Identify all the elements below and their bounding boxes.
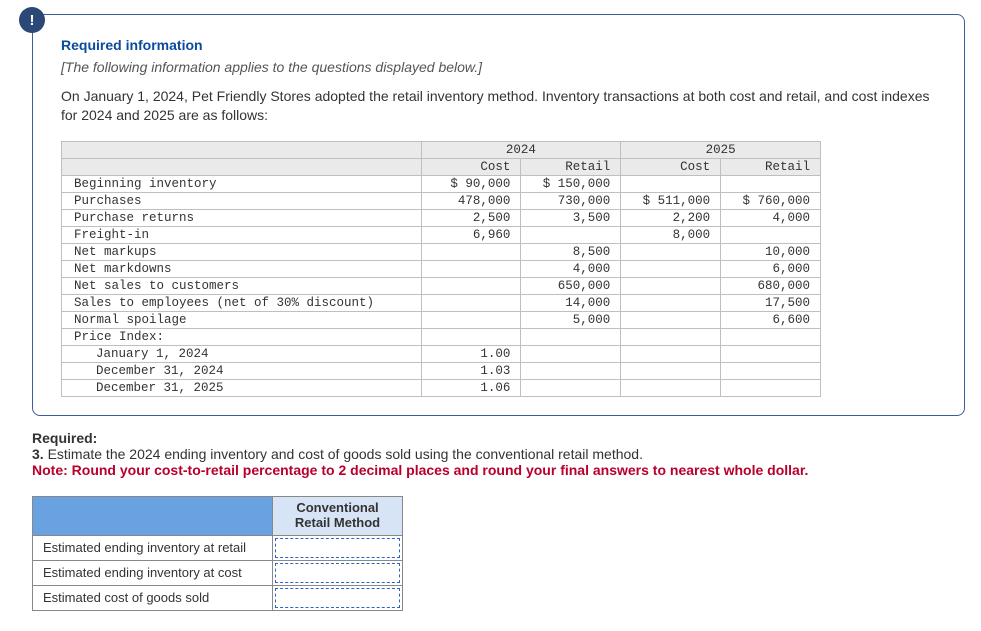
year-2024-header: 2024 [421, 141, 621, 158]
answer-row-label: Estimated ending inventory at cost [33, 560, 273, 585]
col-cost-2024: Cost [421, 158, 521, 175]
table-row: Freight-in6,9608,000 [62, 226, 821, 243]
table-row: Purchase returns2,5003,5002,2004,000 [62, 209, 821, 226]
table-row: Net markups8,50010,000 [62, 243, 821, 260]
table-row: Normal spoilage5,0006,600 [62, 311, 821, 328]
applies-note: [The following information applies to th… [61, 59, 936, 75]
table-row: January 1, 20241.00 [62, 345, 821, 362]
required-info-heading: Required information [61, 37, 936, 53]
table-row: Purchases478,000730,000$ 511,000$ 760,00… [62, 192, 821, 209]
col-cost-2025: Cost [621, 158, 721, 175]
table-row: December 31, 20251.06 [62, 379, 821, 396]
required-label: Required: [32, 430, 97, 446]
inventory-data-table: 2024 2025 Cost Retail Cost Retail Beginn… [61, 141, 821, 397]
required-item-number: 3. [32, 446, 44, 462]
info-panel: ! Required information [The following in… [32, 14, 965, 416]
intro-text: On January 1, 2024, Pet Friendly Stores … [61, 87, 936, 125]
answer-corner-cell [33, 496, 273, 535]
table-row: Price Index: [62, 328, 821, 345]
answer-row-label: Estimated cost of goods sold [33, 585, 273, 610]
ending-inventory-cost-input[interactable] [275, 563, 400, 583]
required-item-text: Estimate the 2024 ending inventory and c… [44, 446, 643, 462]
ending-inventory-retail-input[interactable] [275, 538, 400, 558]
table-row: December 31, 20241.03 [62, 362, 821, 379]
rounding-note: Note: Round your cost-to-retail percenta… [32, 462, 965, 478]
alert-badge-icon: ! [19, 7, 45, 33]
answer-col-header: Conventional Retail Method [273, 496, 403, 535]
year-2025-header: 2025 [621, 141, 821, 158]
cogs-input[interactable] [275, 588, 400, 608]
answer-row-label: Estimated ending inventory at retail [33, 535, 273, 560]
table-row: Sales to employees (net of 30% discount)… [62, 294, 821, 311]
table-row: Net markdowns4,0006,000 [62, 260, 821, 277]
col-retail-2024: Retail [521, 158, 621, 175]
col-retail-2025: Retail [721, 158, 821, 175]
table-row: Net sales to customers650,000680,000 [62, 277, 821, 294]
required-block: Required: 3. Estimate the 2024 ending in… [32, 430, 965, 478]
table-row: Beginning inventory$ 90,000$ 150,000 [62, 175, 821, 192]
answer-table: Conventional Retail Method Estimated end… [32, 496, 403, 611]
